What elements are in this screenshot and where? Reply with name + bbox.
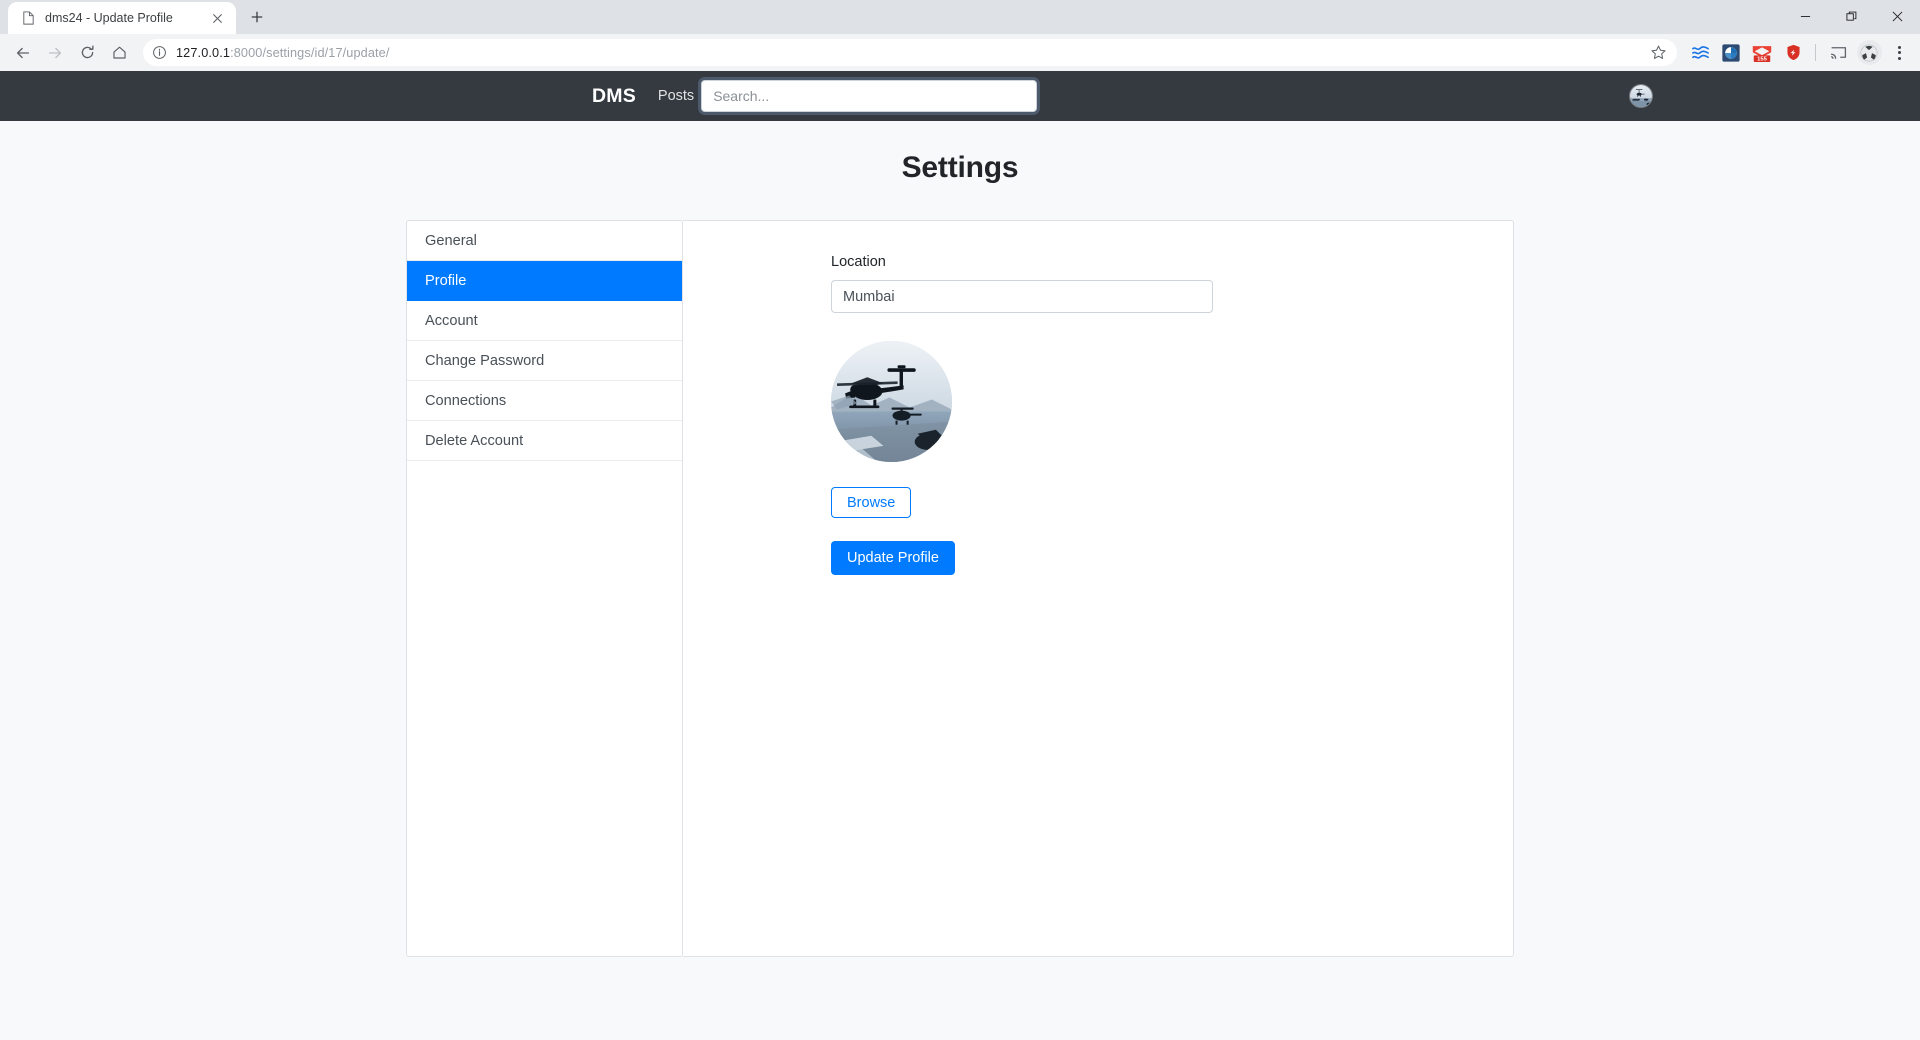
page-viewport: DMS Posts Search... Settings General Pro… (0, 71, 1920, 1040)
extension-icons: 155 (1686, 39, 1912, 67)
info-circle-icon[interactable] (152, 45, 168, 61)
forward-arrow-icon (40, 38, 70, 68)
reload-icon[interactable] (72, 38, 102, 68)
page-title: Settings (901, 151, 1019, 184)
shield-extension-icon[interactable] (1779, 39, 1807, 67)
gmail-extension-icon[interactable]: 155 (1748, 39, 1776, 67)
browser-title-bar: dms24 - Update Profile (0, 0, 1920, 34)
url-host: 127.0.0.1 (176, 45, 231, 60)
browser-tab[interactable]: dms24 - Update Profile (8, 2, 236, 34)
sidebar-item-delete-account[interactable]: Delete Account (407, 421, 682, 461)
sidebar-item-account[interactable]: Account (407, 301, 682, 341)
location-label: Location (831, 254, 886, 270)
window-close-icon[interactable] (1874, 0, 1920, 32)
star-icon[interactable] (1650, 44, 1667, 61)
settings-sidebar: General Profile Account Change Password … (406, 220, 683, 957)
search-input[interactable]: Search... (701, 80, 1038, 112)
tab-strip: dms24 - Update Profile (0, 0, 272, 34)
gmail-badge-count: 155 (1757, 56, 1768, 62)
site-brand[interactable]: DMS (592, 85, 636, 108)
close-icon[interactable] (209, 10, 226, 27)
sidebar-item-change-password[interactable]: Change Password (407, 341, 682, 381)
url-path: :8000/settings/id/17/update/ (230, 45, 390, 60)
nav-link-posts[interactable]: Posts (658, 88, 694, 104)
toolbar-divider (1815, 44, 1816, 61)
url-text: 127.0.0.1:8000/settings/id/17/update/ (176, 46, 1642, 60)
settings-layout: General Profile Account Change Password … (406, 220, 1514, 957)
plus-icon[interactable] (242, 2, 272, 32)
sidebar-item-label: Delete Account (425, 432, 524, 449)
location-value: Mumbai (843, 288, 895, 305)
sidebar-item-label: Account (425, 312, 478, 329)
three-dot-menu-icon[interactable] (1886, 39, 1912, 67)
sidebar-item-label: Profile (425, 272, 467, 289)
browse-button[interactable]: Browse (831, 487, 912, 518)
site-navbar: DMS Posts Search... (0, 71, 1920, 121)
address-bar[interactable]: 127.0.0.1:8000/settings/id/17/update/ (143, 39, 1677, 66)
wave-lines-extension-icon[interactable] (1686, 39, 1714, 67)
home-icon[interactable] (104, 38, 134, 68)
browser-toolbar: 127.0.0.1:8000/settings/id/17/update/ 15… (0, 34, 1920, 71)
browser-window: dms24 - Update Profile 127.0.0.1:8000/se… (0, 0, 1920, 1040)
minimize-icon[interactable] (1782, 0, 1828, 32)
sidebar-item-connections[interactable]: Connections (407, 381, 682, 421)
tab-title: dms24 - Update Profile (45, 11, 173, 25)
blue-circle-extension-icon[interactable] (1717, 39, 1745, 67)
search-placeholder: Search... (713, 88, 770, 104)
sidebar-item-label: General (425, 232, 477, 249)
sidebar-item-profile[interactable]: Profile (407, 261, 682, 301)
sidebar-item-general[interactable]: General (407, 221, 682, 261)
cast-icon[interactable] (1824, 39, 1852, 67)
location-input[interactable]: Mumbai (831, 280, 1213, 313)
navbar-user-avatar[interactable] (1629, 84, 1653, 108)
profile-photo (831, 341, 952, 462)
page-icon (21, 10, 36, 26)
restore-icon[interactable] (1828, 0, 1874, 32)
sidebar-item-label: Change Password (425, 352, 545, 369)
window-controls (1782, 0, 1920, 32)
profile-form-panel: Location Mumbai Browse Update Profile (683, 220, 1514, 957)
back-arrow-icon[interactable] (8, 38, 38, 68)
update-profile-button[interactable]: Update Profile (831, 541, 955, 575)
browser-profile-avatar[interactable] (1855, 39, 1883, 67)
sidebar-item-label: Connections (425, 392, 507, 409)
